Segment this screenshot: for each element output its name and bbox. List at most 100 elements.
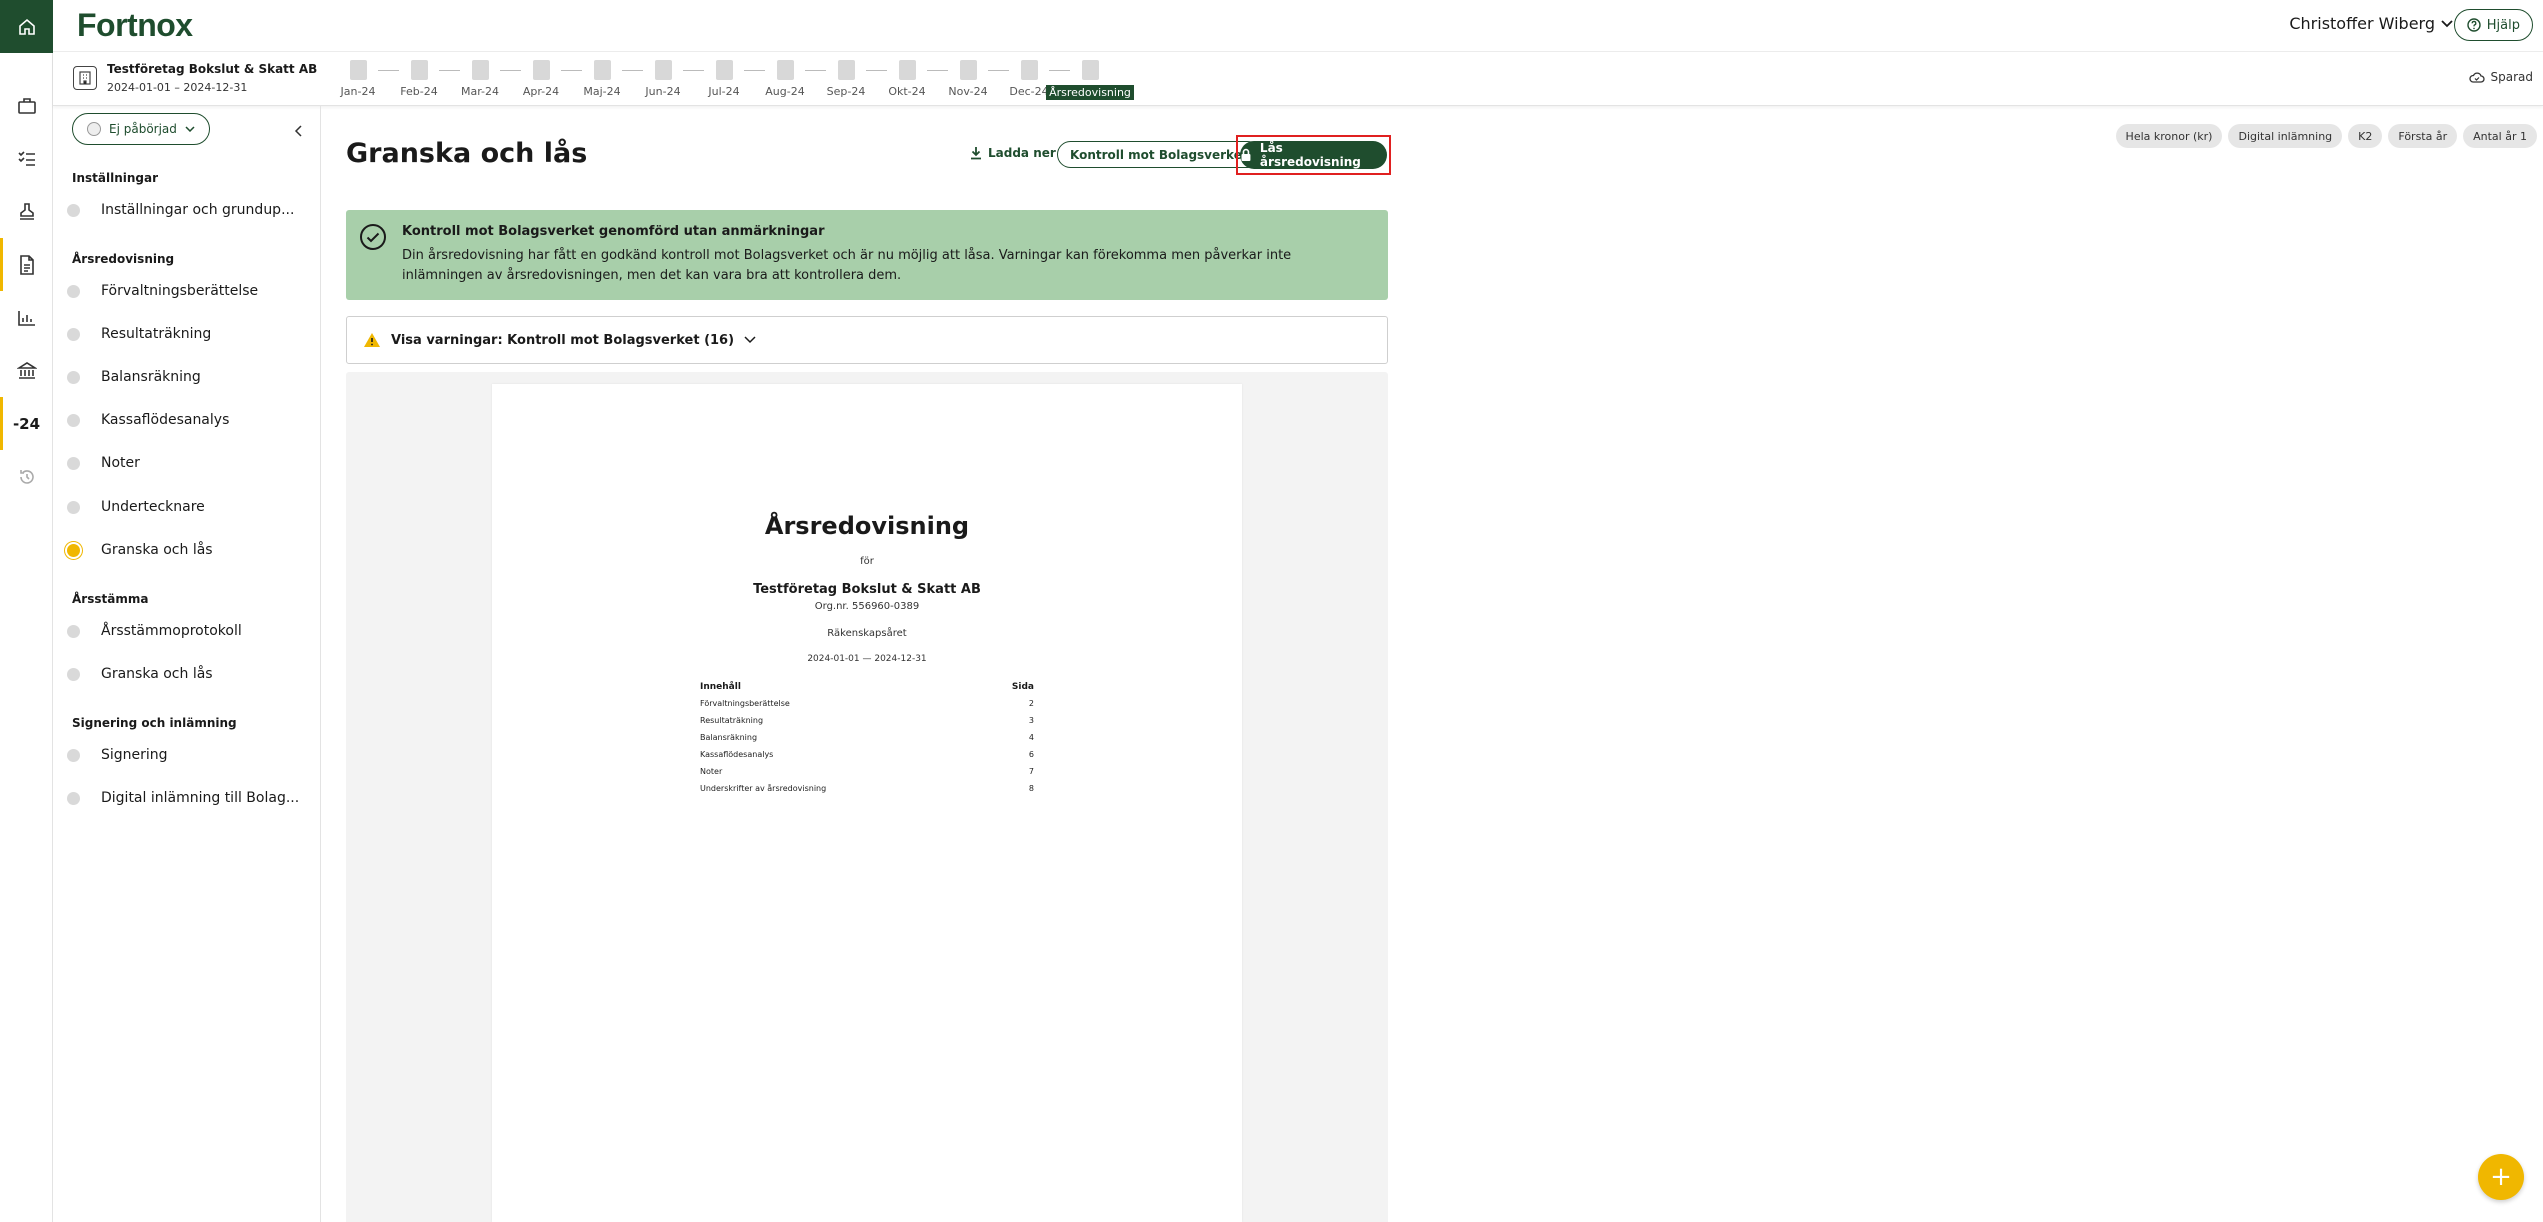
sidebar-item-income-statement[interactable]: Resultaträkning <box>65 326 305 342</box>
document-icon <box>837 60 855 80</box>
sidebar-item-notes[interactable]: Noter <box>65 455 305 471</box>
period-item[interactable]: Jun-24 <box>643 60 683 98</box>
sidebar-item-cash-flow[interactable]: Kassaflödesanalys <box>65 412 305 428</box>
toc-header-page: Sida <box>1011 682 1034 692</box>
toc-page: 4 <box>1028 733 1034 742</box>
chip-year-count[interactable]: Antal år 1 <box>2463 124 2537 148</box>
period-separator <box>866 70 887 71</box>
period-item[interactable]: Nov-24 <box>948 60 988 98</box>
period-separator <box>927 70 948 71</box>
fortnox-logo[interactable]: Fortnox <box>77 7 193 44</box>
chart-icon[interactable] <box>0 291 53 344</box>
period-label: Mar-24 <box>460 85 500 98</box>
sidebar-item-label: Årsstämmoprotokoll <box>101 623 242 639</box>
period-item[interactable]: Apr-24 <box>521 60 561 98</box>
period-label: Nov-24 <box>948 85 988 98</box>
chip-first-year[interactable]: Första år <box>2388 124 2458 148</box>
period-label: Feb-24 <box>400 85 438 98</box>
help-button[interactable]: Hjälp <box>2453 9 2533 41</box>
sidebar-item-agm-minutes[interactable]: Årsstämmoprotokoll <box>65 623 305 639</box>
step-indicator <box>67 748 80 762</box>
alert-title: Kontroll mot Bolagsverket genomförd utan… <box>402 224 825 239</box>
checklist-icon[interactable] <box>0 132 53 185</box>
step-indicator <box>67 791 80 805</box>
user-menu[interactable]: Christoffer Wiberg <box>2289 14 2453 33</box>
period-item[interactable]: Årsredovisning <box>1046 60 1134 100</box>
sidebar-item-management-report[interactable]: Förvaltningsberättelse <box>65 283 305 299</box>
user-name: Christoffer Wiberg <box>2289 14 2435 33</box>
history-icon[interactable] <box>0 450 53 503</box>
toc-row: Kassaflödesanalys 6 <box>700 750 1034 767</box>
period-item[interactable]: Jan-24 <box>338 60 378 98</box>
help-label: Hjälp <box>2486 17 2520 33</box>
period-item[interactable]: Sep-24 <box>826 60 866 98</box>
warnings-toggle[interactable]: Visa varningar: Kontroll mot Bolagsverke… <box>346 316 1388 364</box>
building-icon <box>73 66 97 90</box>
document-icon <box>715 60 733 80</box>
sidebar: Ej påbörjad Inställningar Inställningar … <box>53 106 321 1222</box>
toc-row: Resultaträkning 3 <box>700 716 1034 733</box>
toc-title: Förvaltningsberättelse <box>700 699 790 708</box>
briefcase-icon[interactable] <box>0 79 53 132</box>
period-item[interactable]: Maj-24 <box>582 60 622 98</box>
page-title: Granska och lås <box>346 138 588 169</box>
warning-icon <box>364 333 380 347</box>
download-button[interactable]: Ladda ner <box>970 146 1056 160</box>
chip-currency[interactable]: Hela kronor (kr) <box>2115 124 2223 148</box>
icon-rail: -24 <box>0 0 53 1222</box>
toc-page: 6 <box>1028 750 1034 759</box>
period-separator <box>500 70 521 71</box>
company-selector[interactable]: Testföretag Bokslut & Skatt AB 2024-01-0… <box>73 62 317 94</box>
sidebar-item-signing[interactable]: Signering <box>65 747 305 763</box>
sidebar-item-digital-submission[interactable]: Digital inlämning till Bolag... <box>65 790 305 806</box>
period-item[interactable]: Aug-24 <box>765 60 805 98</box>
status-icon <box>87 122 101 136</box>
section-title-settings: Inställningar <box>72 171 159 185</box>
sidebar-item-label: Inställningar och grundup... <box>101 202 295 218</box>
lock-annual-report-button[interactable]: Lås årsredovisning <box>1240 141 1387 169</box>
document-orgnr: Org.nr. 556960-0389 <box>814 601 920 612</box>
chip-submission[interactable]: Digital inlämning <box>2228 124 2343 148</box>
step-indicator <box>67 327 80 341</box>
sidebar-item-signatories[interactable]: Undertecknare <box>65 499 305 515</box>
sidebar-item-agm-review-lock[interactable]: Granska och lås <box>65 666 305 682</box>
document-icon <box>1020 60 1038 80</box>
bank-icon[interactable] <box>0 344 53 397</box>
sidebar-item-balance-sheet[interactable]: Balansräkning <box>65 369 305 385</box>
document-year-label: Räkenskapsåret <box>827 628 907 639</box>
home-icon[interactable] <box>0 0 53 53</box>
sidebar-item-settings[interactable]: Inställningar och grundup... <box>65 202 305 218</box>
step-indicator <box>67 624 80 638</box>
table-of-contents: Innehåll Sida Förvaltningsberättelse 2 Re… <box>700 682 1034 801</box>
period-separator <box>1049 70 1070 71</box>
add-button[interactable]: + <box>2478 1154 2524 1200</box>
sidebar-item-label: Balansräkning <box>101 369 201 385</box>
period-item[interactable]: Jul-24 <box>704 60 744 98</box>
period-timeline: Jan-24 Feb-24 Mar-24 Apr-24 Maj-24 Jun-24 Jul-… <box>338 60 1134 100</box>
document-preview[interactable]: Årsredovisning för Testföretag Bokslut &… <box>346 372 1388 1222</box>
sidebar-item-label: Signering <box>101 747 168 763</box>
sidebar-item-review-lock[interactable]: Granska och lås <box>65 542 305 558</box>
section-title-signing: Signering och inlämning <box>72 716 237 730</box>
period-separator <box>683 70 704 71</box>
sidebar-item-label: Noter <box>101 455 140 471</box>
period-item[interactable]: Mar-24 <box>460 60 500 98</box>
toc-header-contents: Innehåll <box>700 682 741 692</box>
annual-report-icon[interactable] <box>0 238 53 291</box>
chip-framework[interactable]: K2 <box>2348 124 2383 148</box>
document-icon <box>593 60 611 80</box>
fiscal-year-item[interactable]: -24 <box>0 397 53 450</box>
status-dropdown[interactable]: Ej påbörjad <box>72 113 210 145</box>
lock-icon <box>1241 148 1251 161</box>
period-item[interactable]: Feb-24 <box>399 60 439 98</box>
toc-row: Balansräkning 4 <box>700 733 1034 750</box>
period-item[interactable]: Okt-24 <box>887 60 927 98</box>
toc-page: 7 <box>1028 767 1034 776</box>
period-label: Sep-24 <box>826 85 866 98</box>
stamp-icon[interactable] <box>0 185 53 238</box>
check-bolagsverket-button[interactable]: Kontroll mot Bolagsverket <box>1057 141 1261 168</box>
collapse-sidebar-button[interactable] <box>294 122 302 141</box>
period-item[interactable]: Dec-24 <box>1009 60 1049 98</box>
toc-title: Noter <box>700 767 723 776</box>
sidebar-item-label: Granska och lås <box>101 542 213 558</box>
